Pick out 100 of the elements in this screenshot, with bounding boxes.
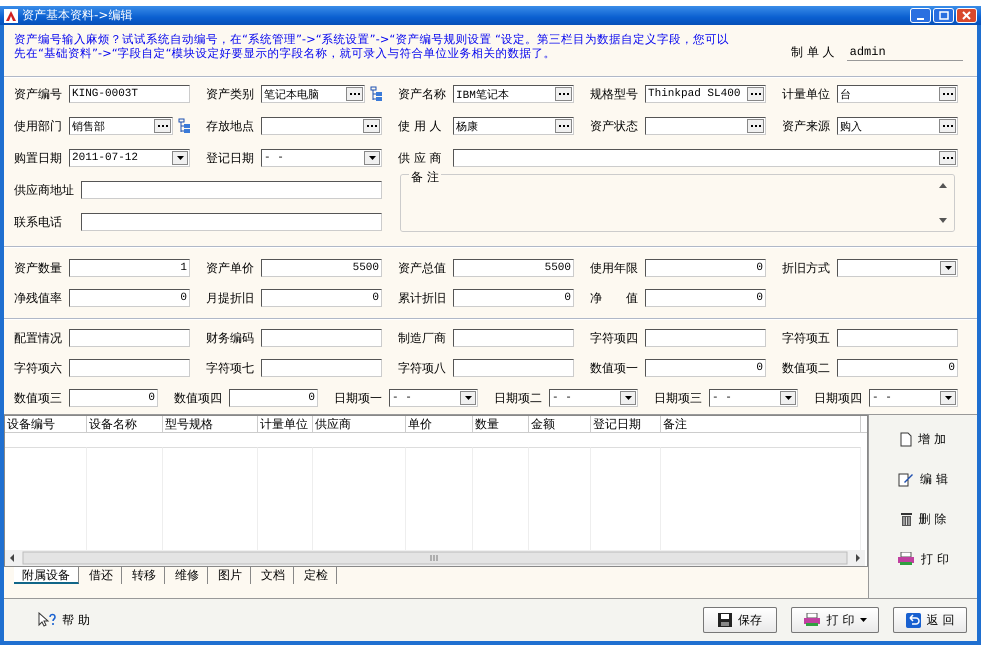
input-field[interactable]: 台	[837, 85, 958, 103]
dropdown-button[interactable]	[460, 391, 476, 405]
dropdown-field[interactable]: - -	[869, 389, 958, 407]
maximize-button[interactable]	[933, 8, 954, 23]
browse-button[interactable]	[555, 87, 572, 101]
dropdown-button[interactable]	[364, 151, 380, 165]
input-field[interactable]: 杨康	[453, 117, 574, 135]
input-field[interactable]	[69, 329, 190, 347]
tab[interactable]: 定检	[296, 567, 337, 584]
input-field[interactable]	[261, 359, 382, 377]
browse-button[interactable]	[939, 87, 956, 101]
tree-icon[interactable]	[177, 118, 191, 134]
scrollbar-icon[interactable]	[5, 550, 865, 566]
column-header[interactable]: 数量	[473, 416, 529, 432]
dropdown-field[interactable]: - -	[261, 149, 382, 167]
column-header[interactable]: 备注	[661, 416, 861, 432]
field-label: 资产编号	[14, 86, 63, 102]
input-field[interactable]: 0	[69, 389, 158, 407]
browse-button[interactable]	[747, 119, 764, 133]
input-field[interactable]: KING-0003T	[69, 85, 190, 103]
tree-icon[interactable]	[369, 86, 383, 102]
field-label: 资产单价	[206, 260, 255, 276]
print-button[interactable]: 打 印	[791, 607, 879, 633]
input-field[interactable]: 0	[645, 259, 766, 277]
input-field[interactable]	[453, 359, 574, 377]
input-field[interactable]: 笔记本电脑	[261, 85, 365, 103]
input-field[interactable]	[69, 359, 190, 377]
input-field[interactable]: 5500	[453, 259, 574, 277]
input-field[interactable]: 0	[645, 359, 766, 377]
tab[interactable]: 附属设备	[14, 567, 79, 584]
dropdown-button[interactable]	[172, 151, 188, 165]
side-button[interactable]: 编 辑	[896, 469, 950, 489]
input-field[interactable]	[645, 329, 766, 347]
input-field[interactable]: 销售部	[69, 117, 173, 135]
tab[interactable]: 借还	[81, 567, 122, 584]
dropdown-field[interactable]: - -	[389, 389, 478, 407]
input-field[interactable]: 0	[837, 359, 958, 377]
input-field[interactable]: 0	[261, 289, 382, 307]
dropdown-button[interactable]	[620, 391, 636, 405]
input-field[interactable]: 5500	[261, 259, 382, 277]
input-field[interactable]	[261, 117, 382, 135]
input-field[interactable]	[453, 149, 958, 167]
browse-button[interactable]	[939, 151, 956, 165]
column-header[interactable]: 设备编号	[5, 416, 87, 432]
close-button[interactable]	[956, 8, 977, 23]
tab[interactable]: 转移	[124, 567, 165, 584]
back-button[interactable]: 返 回	[893, 607, 967, 633]
browse-button[interactable]	[747, 87, 764, 101]
field-label: 存放地点	[206, 118, 255, 134]
dropdown-button[interactable]	[780, 391, 796, 405]
help-button[interactable]: 帮 助	[32, 610, 96, 630]
side-button[interactable]: 增 加	[898, 429, 948, 449]
input-field[interactable]	[81, 213, 382, 231]
input-field[interactable]: 0	[645, 289, 766, 307]
column-header[interactable]: 单价	[406, 416, 473, 432]
dropdown-field[interactable]: - -	[709, 389, 798, 407]
column-header[interactable]: 供应商	[313, 416, 406, 432]
field-label: 数值项四	[174, 390, 223, 406]
dropdown-field[interactable]	[837, 259, 958, 277]
minimize-button[interactable]	[910, 8, 931, 23]
browse-button[interactable]	[154, 119, 171, 133]
dropdown-button[interactable]	[940, 261, 956, 275]
input-field[interactable]: Thinkpad SL400	[645, 85, 766, 103]
input-field[interactable]: 1	[69, 259, 190, 277]
input-field[interactable]: 购入	[837, 117, 958, 135]
input-field[interactable]: 0	[69, 289, 190, 307]
input-field[interactable]	[453, 329, 574, 347]
tab[interactable]: 维修	[167, 567, 208, 584]
field-label: 字符项七	[206, 360, 255, 376]
column-header[interactable]: 金额	[529, 416, 591, 432]
input-field[interactable]	[81, 181, 382, 199]
column-header[interactable]: 型号规格	[163, 416, 258, 432]
browse-button[interactable]	[939, 119, 956, 133]
input-field[interactable]	[837, 329, 958, 347]
field-label: 制造厂商	[398, 330, 447, 346]
input-field[interactable]	[261, 329, 382, 347]
input-field[interactable]: 0	[229, 389, 318, 407]
dropdown-field[interactable]: 2011-07-12	[69, 149, 190, 167]
column-header[interactable]: 设备名称	[87, 416, 163, 432]
dropdown-field[interactable]: - -	[549, 389, 638, 407]
browse-button[interactable]	[363, 119, 380, 133]
browse-button[interactable]	[346, 87, 363, 101]
field-label: 累计折旧	[398, 290, 447, 306]
field-label: 资产来源	[782, 118, 831, 134]
input-field[interactable]	[645, 117, 766, 135]
input-field[interactable]: IBM笔记本	[453, 85, 574, 103]
field-label: 日期项一	[334, 390, 383, 406]
column-header[interactable]: 登记日期	[591, 416, 661, 432]
input-field[interactable]: 0	[453, 289, 574, 307]
dropdown-button[interactable]	[940, 391, 956, 405]
field-label: 配置情况	[14, 330, 63, 346]
tab[interactable]: 文档	[253, 567, 294, 584]
column-header[interactable]: 计量单位	[258, 416, 313, 432]
browse-button[interactable]	[555, 119, 572, 133]
tab[interactable]: 图片	[210, 567, 251, 584]
caret-icon	[784, 396, 792, 400]
field-label: 制 单 人	[791, 44, 835, 60]
save-button[interactable]: 保存	[703, 607, 777, 633]
side-button[interactable]: 删 除	[898, 509, 948, 529]
side-button[interactable]: 打 印	[895, 549, 951, 569]
